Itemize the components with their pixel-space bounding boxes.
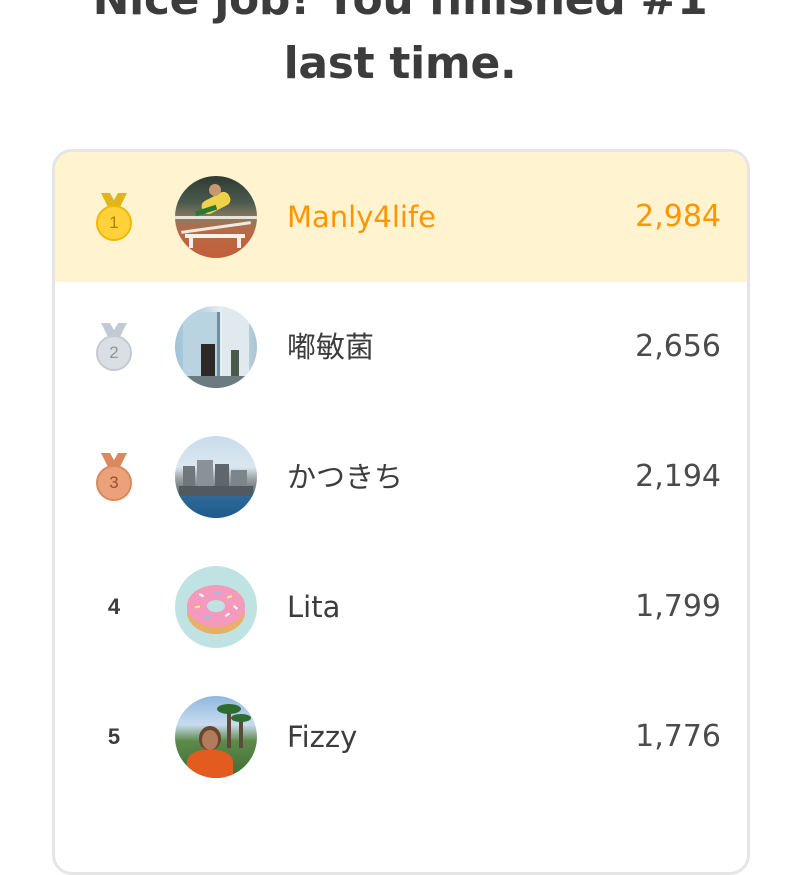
rank-badge: 2	[94, 322, 134, 372]
player-score: 2,984	[635, 199, 721, 234]
rank-number: 2	[109, 343, 119, 362]
rank-badge: 5	[94, 712, 134, 762]
avatar[interactable]	[175, 696, 257, 778]
leaderboard: 1 Manly4life 2,984 2 嘟敏菌 2,656 3 かつきち 2,…	[52, 149, 750, 875]
player-score: 2,656	[635, 329, 721, 364]
player-name: Manly4life	[287, 200, 437, 234]
rank-number: 5	[107, 724, 121, 749]
rank-badge: 4	[94, 582, 134, 632]
leaderboard-row[interactable]: 3 かつきち 2,194	[55, 412, 747, 542]
avatar[interactable]	[175, 566, 257, 648]
leaderboard-row[interactable]: 2 嘟敏菌 2,656	[55, 282, 747, 412]
leaderboard-row[interactable]: 4 Lita 1,799	[55, 542, 747, 672]
player-name: Fizzy	[287, 720, 358, 754]
page-title-line-2: last time.	[283, 38, 517, 89]
page-title-line-1: Nice job! You finished #1	[0, 0, 800, 32]
page-title: Nice job! You finished #1 last time.	[0, 0, 800, 96]
rank-number: 4	[107, 594, 121, 619]
bronze-medal-icon: 3	[96, 453, 132, 501]
player-score: 1,799	[635, 589, 721, 624]
rank-badge: 1	[94, 192, 134, 242]
player-name: Lita	[287, 590, 341, 624]
player-name: かつきち	[287, 460, 404, 494]
player-name: 嘟敏菌	[287, 330, 375, 364]
donut-icon	[187, 585, 245, 634]
player-score: 2,194	[635, 459, 721, 494]
rank-number: 1	[109, 213, 119, 232]
leaderboard-row[interactable]: 5 Fizzy 1,776	[55, 672, 747, 802]
player-score: 1,776	[635, 719, 721, 754]
rank-badge: 3	[94, 452, 134, 502]
avatar[interactable]	[175, 436, 257, 518]
silver-medal-icon: 2	[96, 323, 132, 371]
gold-medal-icon: 1	[96, 193, 132, 241]
avatar[interactable]	[175, 306, 257, 388]
rank-number: 3	[109, 473, 119, 492]
leaderboard-row-current-user[interactable]: 1 Manly4life 2,984	[55, 152, 747, 282]
avatar[interactable]	[175, 176, 257, 258]
